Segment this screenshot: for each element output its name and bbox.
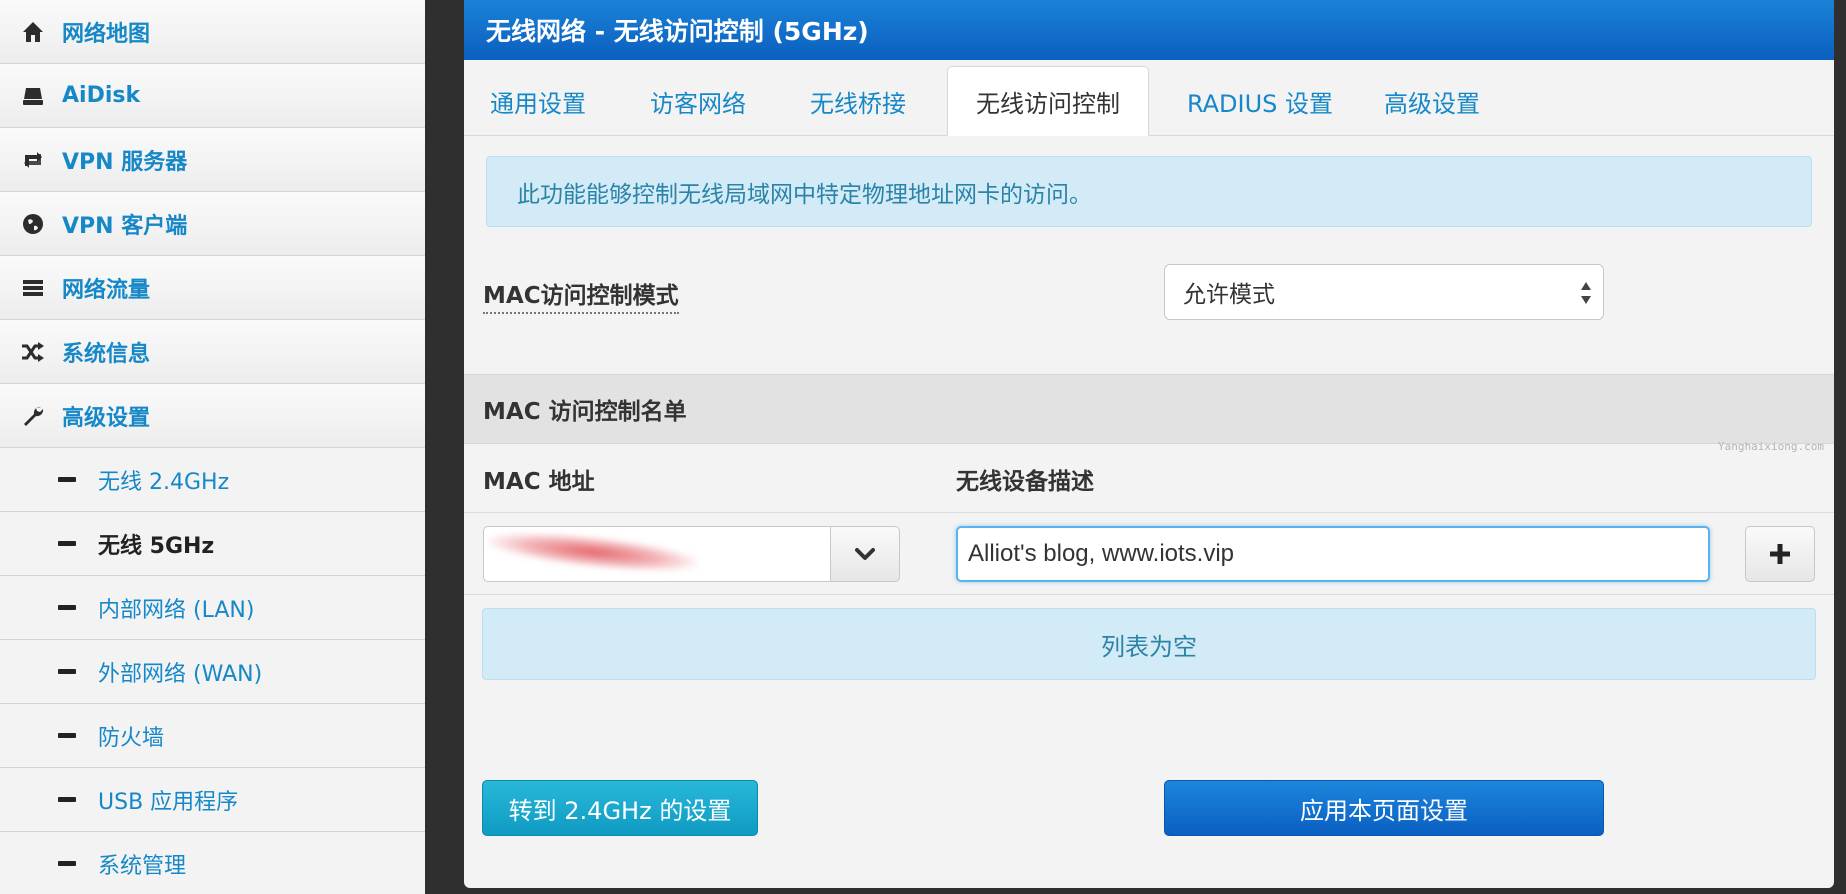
nav-label: 网络地图 (62, 21, 151, 47)
tab-advanced[interactable]: 高级设置 (1368, 66, 1496, 136)
subnav-label: 内部网络 (LAN) (98, 597, 255, 623)
sidebar: 网络地图 AiDisk VPN 服务器 VPN 客户端 网络流量 系统信息 高级… (0, 0, 425, 894)
nav-aidisk[interactable]: AiDisk (0, 64, 425, 128)
nav-label: 系统信息 (62, 341, 151, 367)
divider (464, 512, 1834, 513)
wrench-icon (18, 401, 48, 431)
disk-icon (18, 81, 48, 111)
subnav-label: 无线 2.4GHz (98, 469, 230, 495)
dash-icon (58, 477, 76, 482)
shuffle-icon (18, 337, 48, 367)
nav-vpn-client[interactable]: VPN 客户端 (0, 192, 425, 256)
subnav-label: USB 应用程序 (98, 789, 239, 815)
tab-guest-network[interactable]: 访客网络 (634, 66, 762, 136)
nav-label: 网络流量 (62, 277, 151, 303)
chevron-down-icon (855, 548, 875, 560)
page-title: 无线网络 - 无线访问控制 (5GHz) (464, 0, 1834, 60)
subnav-label: 系统管理 (98, 853, 187, 879)
subnav-label: 无线 5GHz (98, 533, 215, 559)
tab-radius[interactable]: RADIUS 设置 (1174, 66, 1346, 136)
divider (464, 594, 1834, 595)
mac-dropdown-button[interactable] (830, 526, 900, 582)
nav-system-info[interactable]: 系统信息 (0, 320, 425, 384)
section-title: MAC 访问控制名单 (464, 374, 1834, 444)
globe-icon (18, 209, 48, 239)
mac-address-input[interactable] (483, 526, 831, 582)
nav-vpn-server[interactable]: VPN 服务器 (0, 128, 425, 192)
nav-traffic[interactable]: 网络流量 (0, 256, 425, 320)
empty-list-text: 列表为空 (1101, 632, 1197, 661)
dash-icon (58, 605, 76, 610)
mac-mode-label: MAC访问控制模式 (483, 276, 679, 314)
mac-mode-value: 允许模式 (1183, 282, 1275, 308)
home-icon (18, 17, 48, 47)
column-header-mac: MAC 地址 (483, 469, 595, 495)
nav-label: AiDisk (62, 83, 141, 108)
subnav-lan[interactable]: 内部网络 (LAN) (0, 576, 425, 640)
tab-bar: 通用设置 访客网络 无线桥接 无线访问控制 RADIUS 设置 高级设置 (464, 60, 1834, 136)
subnav-admin[interactable]: 系统管理 (0, 832, 425, 894)
apply-settings-button[interactable]: 应用本页面设置 (1164, 780, 1604, 836)
nav-label: 高级设置 (62, 405, 151, 431)
tab-general[interactable]: 通用设置 (474, 66, 602, 136)
tab-wireless-bridge[interactable]: 无线桥接 (794, 66, 922, 136)
nav-label: VPN 服务器 (62, 149, 188, 175)
subnav-firewall[interactable]: 防火墙 (0, 704, 425, 768)
dash-icon (58, 733, 76, 738)
subnav-label: 外部网络 (WAN) (98, 661, 263, 687)
watermark: Yanghaixiong.com (1718, 440, 1824, 453)
column-header-description: 无线设备描述 (956, 469, 1094, 495)
empty-list-alert: 列表为空 (482, 608, 1816, 680)
info-alert: 此功能能够控制无线局域网中特定物理地址网卡的访问。 (486, 156, 1812, 227)
list-icon (18, 273, 48, 303)
retweet-icon (18, 145, 48, 175)
add-entry-button[interactable] (1745, 526, 1815, 582)
nav-advanced[interactable]: 高级设置 (0, 384, 425, 448)
dash-icon (58, 541, 76, 546)
dash-icon (58, 669, 76, 674)
redacted-mac-blur (487, 527, 699, 578)
mac-mode-select[interactable]: 允许模式 (1164, 264, 1604, 320)
nav-network-map[interactable]: 网络地图 (0, 0, 425, 64)
subnav-usb[interactable]: USB 应用程序 (0, 768, 425, 832)
router-admin-page: 网络地图 AiDisk VPN 服务器 VPN 客户端 网络流量 系统信息 高级… (0, 0, 1846, 894)
dash-icon (58, 861, 76, 866)
subnav-wan[interactable]: 外部网络 (WAN) (0, 640, 425, 704)
plus-icon (1770, 544, 1790, 564)
info-text: 此功能能够控制无线局域网中特定物理地址网卡的访问。 (517, 181, 1092, 208)
goto-24ghz-button[interactable]: 转到 2.4GHz 的设置 (482, 780, 758, 836)
dash-icon (58, 797, 76, 802)
tab-access-control[interactable]: 无线访问控制 (947, 66, 1149, 136)
nav-label: VPN 客户端 (62, 213, 188, 239)
subnav-wireless-5[interactable]: 无线 5GHz (0, 512, 425, 576)
subnav-wireless-24[interactable]: 无线 2.4GHz (0, 448, 425, 512)
select-arrows-icon (1581, 282, 1591, 304)
device-description-input[interactable] (956, 526, 1710, 582)
subnav-label: 防火墙 (98, 725, 165, 751)
main-panel: 无线网络 - 无线访问控制 (5GHz) 通用设置 访客网络 无线桥接 无线访问… (464, 0, 1834, 888)
